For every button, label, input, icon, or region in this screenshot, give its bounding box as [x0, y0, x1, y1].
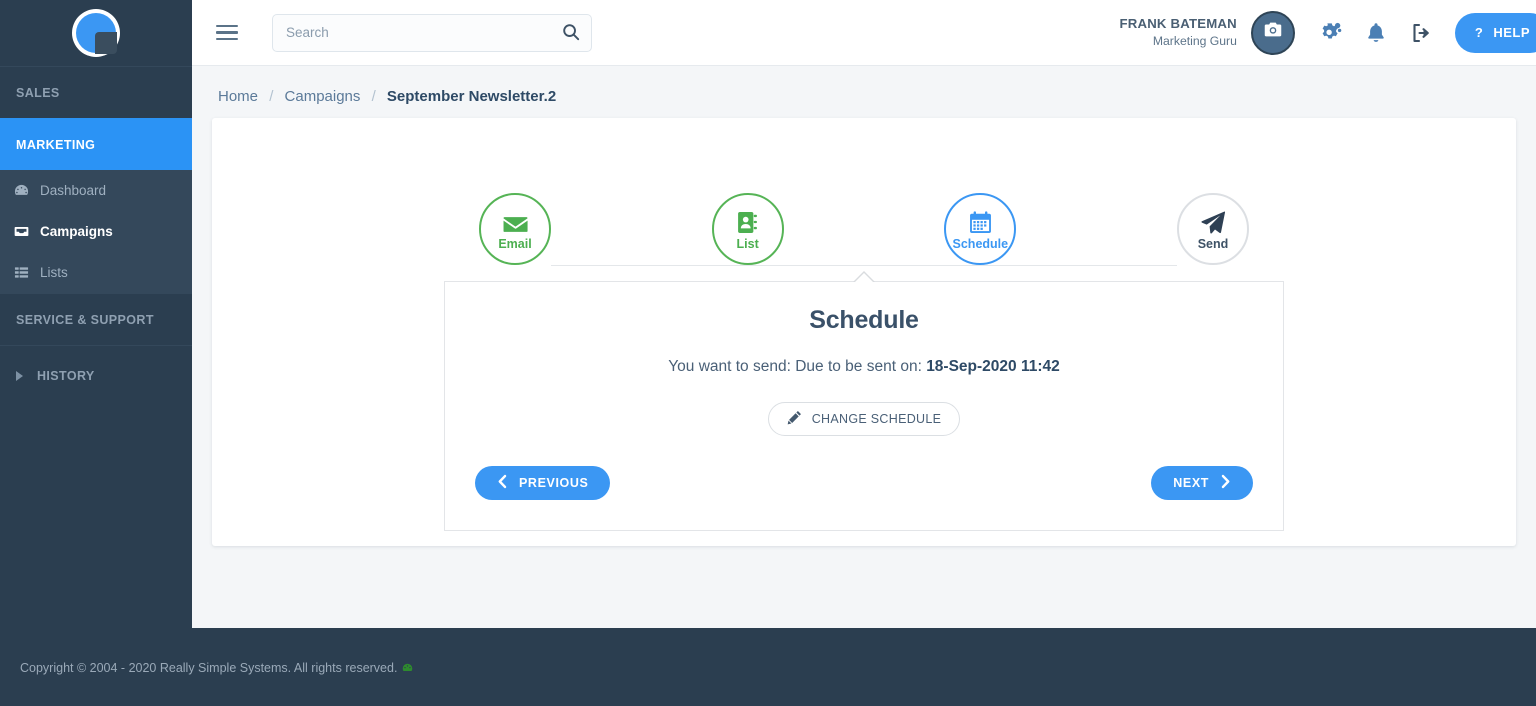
- breadcrumb-home[interactable]: Home: [218, 88, 258, 105]
- breadcrumb-campaigns[interactable]: Campaigns: [285, 88, 361, 105]
- sidebar-item-lists-label: Lists: [40, 265, 68, 280]
- sidebar-item-campaigns-label: Campaigns: [40, 224, 113, 239]
- paper-plane-icon: [1201, 208, 1225, 234]
- wizard-step-schedule[interactable]: Schedule: [944, 193, 1017, 265]
- settings-gear-icon[interactable]: [1317, 20, 1343, 46]
- breadcrumb-separator-2: /: [371, 88, 376, 105]
- card-pointer-triangle: [853, 271, 875, 283]
- copyright-text: Copyright © 2004 - 2020 Really Simple Sy…: [20, 661, 398, 675]
- sidebar-section-sales[interactable]: SALES: [0, 66, 192, 118]
- green-leaf-icon: [402, 663, 413, 674]
- wizard-nav: PREVIOUS NEXT: [475, 466, 1253, 500]
- wizard-step-send-label: Send: [1197, 236, 1229, 251]
- envelope-icon: [503, 208, 528, 234]
- camera-icon: [1262, 19, 1284, 46]
- schedule-datetime: 18-Sep-2020 11:42: [926, 358, 1060, 375]
- top-header-bar: FRANK BATEMAN Marketing Guru: [192, 0, 1536, 66]
- breadcrumb-separator-1: /: [269, 88, 274, 105]
- calendar-icon: [969, 208, 992, 234]
- wizard-step-email-label: Email: [498, 236, 532, 251]
- logo-quadrant: [95, 32, 117, 54]
- caret-right-icon: [16, 370, 23, 381]
- help-button-label: HELP: [1493, 25, 1530, 40]
- wizard-step-list-label: List: [736, 236, 759, 251]
- campaign-wizard-panel: Email List Schedule Send Schedule You wa…: [212, 118, 1516, 546]
- schedule-card: Schedule You want to send: Due to be sen…: [444, 271, 1284, 531]
- app-logo[interactable]: [0, 0, 192, 66]
- sidebar-section-service-support-label: SERVICE & SUPPORT: [16, 312, 154, 327]
- next-button[interactable]: NEXT: [1151, 466, 1253, 500]
- sidebar-item-lists[interactable]: Lists: [0, 252, 192, 293]
- sidebar-history-toggle[interactable]: HISTORY: [0, 345, 192, 405]
- breadcrumb: Home / Campaigns / September Newsletter.…: [192, 66, 1536, 105]
- search-input[interactable]: [272, 13, 592, 52]
- sidebar-history-label: HISTORY: [37, 368, 95, 383]
- card-title: Schedule: [809, 306, 919, 334]
- footer: Copyright © 2004 - 2020 Really Simple Sy…: [0, 628, 1536, 706]
- logout-icon[interactable]: [1409, 21, 1433, 45]
- chevron-left-icon: [497, 474, 508, 492]
- question-mark-icon: ?: [1474, 25, 1484, 40]
- schedule-summary: You want to send: Due to be sent on: 18-…: [475, 358, 1253, 376]
- hamburger-icon[interactable]: [216, 21, 238, 45]
- sidebar: SALES MARKETING Dashboard Campaigns List…: [0, 0, 192, 628]
- schedule-summary-prefix: You want to send: Due to be sent on:: [668, 358, 922, 375]
- dashboard-icon: [14, 183, 40, 198]
- step-connector-line: [551, 265, 1177, 266]
- address-book-icon: [737, 208, 758, 234]
- list-icon: [14, 265, 40, 280]
- avatar[interactable]: [1250, 10, 1295, 55]
- pencil-icon: [787, 410, 802, 428]
- marketing-submenu: Dashboard Campaigns Lists: [0, 170, 192, 293]
- previous-button-label: PREVIOUS: [519, 476, 589, 490]
- user-role: Marketing Guru: [1152, 34, 1237, 49]
- sidebar-item-dashboard-label: Dashboard: [40, 183, 107, 198]
- sidebar-item-campaigns[interactable]: Campaigns: [0, 211, 192, 252]
- user-info[interactable]: FRANK BATEMAN Marketing Guru: [1120, 15, 1237, 49]
- search-icon[interactable]: [562, 23, 580, 46]
- sidebar-section-marketing-label: MARKETING: [16, 137, 96, 152]
- user-name: FRANK BATEMAN: [1119, 16, 1237, 32]
- wizard-steps: Email List Schedule Send: [479, 118, 1249, 273]
- next-button-label: NEXT: [1173, 476, 1209, 490]
- sidebar-section-service-support[interactable]: SERVICE & SUPPORT: [0, 293, 192, 345]
- notification-bell-icon[interactable]: [1365, 21, 1387, 45]
- main-content: Home / Campaigns / September Newsletter.…: [192, 66, 1536, 628]
- previous-button[interactable]: PREVIOUS: [475, 466, 611, 500]
- wizard-step-send[interactable]: Send: [1176, 193, 1249, 265]
- search-box: [272, 13, 592, 52]
- wizard-step-list[interactable]: List: [711, 193, 784, 265]
- breadcrumb-current: September Newsletter.2: [386, 88, 557, 105]
- copyright-text-wrap: Copyright © 2004 - 2020 Really Simple Sy…: [20, 661, 413, 675]
- wizard-step-schedule-label: Schedule: [952, 236, 1009, 251]
- inbox-icon: [14, 224, 40, 239]
- help-button[interactable]: ? HELP: [1454, 12, 1536, 53]
- wizard-step-email[interactable]: Email: [479, 193, 551, 265]
- chevron-right-icon: [1220, 474, 1231, 492]
- sidebar-section-sales-label: SALES: [16, 85, 60, 100]
- sidebar-section-marketing[interactable]: MARKETING: [0, 118, 192, 170]
- sidebar-item-dashboard[interactable]: Dashboard: [0, 170, 192, 211]
- change-schedule-button[interactable]: CHANGE SCHEDULE: [767, 402, 961, 436]
- change-schedule-button-label: CHANGE SCHEDULE: [811, 412, 942, 426]
